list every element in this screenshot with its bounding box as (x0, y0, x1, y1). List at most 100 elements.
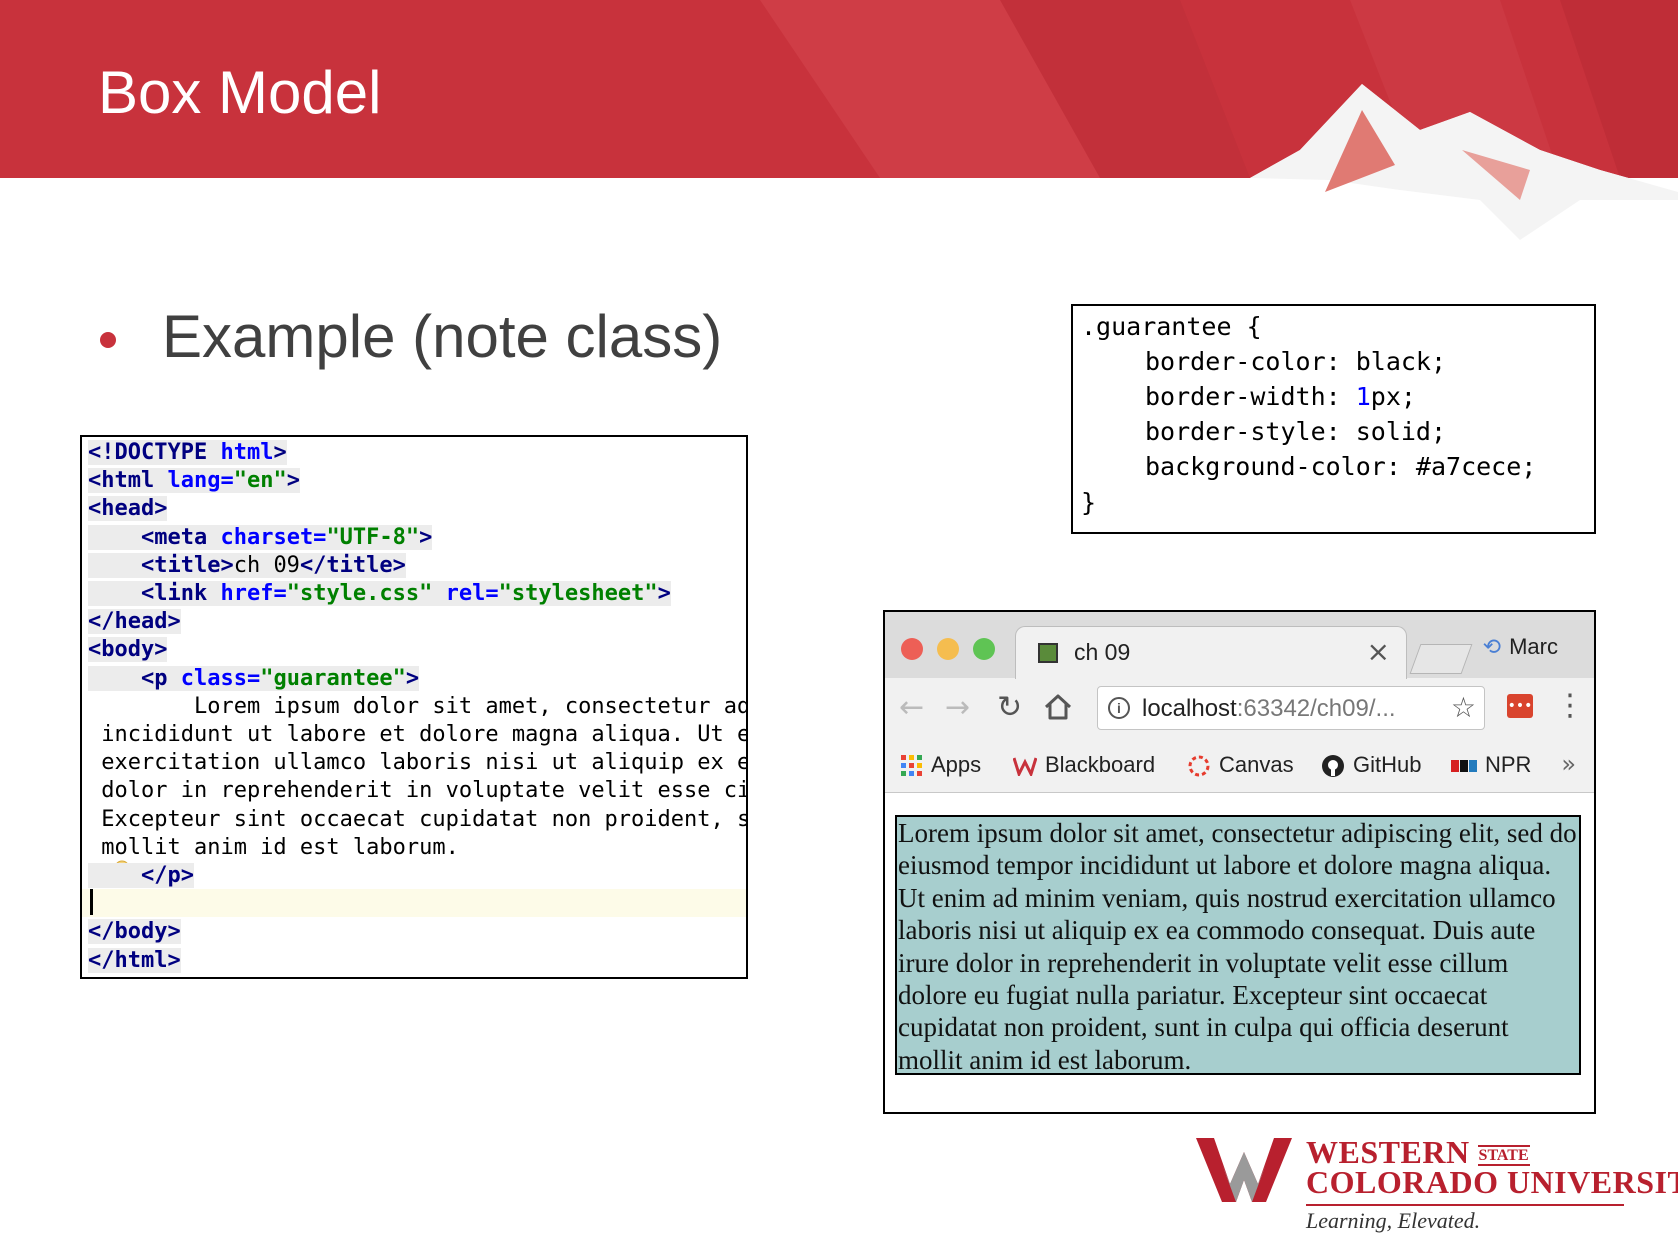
code-line: <!DOCTYPE html> (88, 439, 287, 467)
css-close-brace: } (1081, 488, 1097, 517)
reload-icon[interactable]: ↻ (997, 690, 1022, 726)
new-tab-button[interactable] (1409, 644, 1473, 674)
code-token: </title> (299, 552, 406, 578)
code-line: exercitation ullamco laboris nisi ut ali… (88, 749, 748, 777)
tab-strip: ch 09 × ⟲ Marc (885, 612, 1594, 679)
home-icon[interactable] (1043, 692, 1073, 722)
code-token: "style.css" (286, 581, 446, 606)
code-token: </head> (88, 609, 181, 635)
code-token: exercitation ullamco laboris nisi ut ali… (88, 750, 748, 776)
maximize-window-button[interactable] (973, 638, 995, 660)
code-token: <link (140, 581, 221, 606)
code-line: </body> (88, 918, 181, 946)
code-token: mollit anim id est laborum. (88, 834, 459, 860)
logo-tagline: Learning, Elevated. (1306, 1208, 1481, 1233)
code-line: </p> (88, 862, 194, 890)
css-declaration: border-style: solid; (1145, 417, 1447, 446)
code-line: <title>ch 09</title> (88, 552, 406, 580)
current-line-highlight (82, 889, 746, 917)
code-token: > (273, 440, 287, 465)
close-window-button[interactable] (901, 638, 923, 660)
tab-close-icon[interactable]: × (1367, 635, 1390, 668)
css-code-panel: .guarantee { border-color: black; border… (1071, 304, 1596, 534)
url-path: :63342/ch09/... (1236, 695, 1396, 722)
code-line: <html lang="en"> (88, 467, 300, 495)
browser-window: ch 09 × ⟲ Marc ← → ↻ i localhost:63342/ch… (883, 610, 1596, 1114)
bookmarks-bar: Apps Blackboard Canvas GitHub NPR » (885, 740, 1594, 790)
back-icon[interactable]: ← (899, 690, 924, 726)
address-bar[interactable]: i localhost:63342/ch09/... ☆ (1097, 686, 1485, 730)
code-token: incididunt ut labore et dolore magna ali… (88, 722, 748, 747)
code-token: html (220, 440, 274, 465)
code-token: ch 09 (233, 552, 300, 578)
profile-name: Marc (1509, 634, 1558, 659)
sync-icon: ⟲ (1482, 634, 1502, 659)
apps-grid-icon (901, 755, 922, 777)
code-line: </head> (88, 608, 181, 636)
code-token: "guarantee" (260, 665, 406, 691)
code-token: <p (140, 665, 181, 691)
menu-icon[interactable]: ⋮ (1555, 688, 1585, 723)
code-token: <html (88, 468, 168, 494)
code-token: Excepteur sint occaecat cupidatat non pr… (88, 806, 748, 832)
bookmark-label: Canvas (1219, 752, 1294, 777)
code-token: </p> (140, 863, 194, 888)
bookmark-canvas[interactable]: Canvas (1187, 752, 1294, 778)
code-token: "UTF-8" (326, 524, 420, 550)
code-token: dolor in reprehenderit in voluptate veli… (88, 778, 748, 804)
css-declaration: background-color: #a7cece; (1145, 452, 1537, 481)
code-token: <head> (88, 496, 168, 522)
minimize-window-button[interactable] (937, 638, 959, 660)
code-token: <!DOCTYPE (88, 440, 221, 465)
bookmarks-overflow-icon[interactable]: » (1561, 750, 1576, 778)
code-line: incididunt ut labore et dolore magna ali… (88, 721, 748, 749)
code-line: <body> (88, 636, 168, 664)
bookmark-blackboard[interactable]: Blackboard (1013, 752, 1155, 778)
extension-icon[interactable]: ••• (1507, 694, 1533, 718)
text-caret (90, 889, 93, 915)
code-line: <link href="style.css" rel="stylesheet"> (88, 580, 671, 608)
forward-icon[interactable]: → (945, 690, 970, 726)
code-token: <title> (140, 552, 234, 578)
code-token: href= (220, 581, 287, 606)
bookmark-apps[interactable]: Apps (901, 752, 981, 778)
html-code-panel: <!DOCTYPE html> <html lang="en"> <head> <m… (80, 435, 748, 979)
logo-line-colorado: COLORADO UNIVERSITY (1306, 1164, 1678, 1200)
code-line: mollit anim id est laborum. (88, 834, 459, 862)
code-line: <p class="guarantee"> (88, 665, 420, 693)
css-declaration: border-width: 1px; (1145, 380, 1416, 414)
tab-title: ch 09 (1074, 639, 1131, 665)
page-favicon-icon (1038, 643, 1058, 663)
css-property: border-width: (1145, 382, 1356, 411)
bookmark-label: Apps (931, 752, 982, 777)
npr-icon (1451, 760, 1477, 773)
info-icon[interactable]: i (1108, 697, 1130, 719)
bookmark-label: NPR (1485, 752, 1532, 777)
star-icon[interactable]: ☆ (1451, 691, 1476, 724)
code-line: <meta charset="UTF-8"> (88, 524, 433, 552)
code-token: "stylesheet" (498, 581, 658, 606)
url-text: localhost:63342/ch09/... (1142, 695, 1396, 723)
css-selector-line: .guarantee { (1081, 312, 1262, 341)
code-token: class= (180, 665, 261, 691)
tab-ch09[interactable]: ch 09 × (1015, 626, 1407, 679)
code-token: <meta (140, 524, 221, 550)
bullet-text: Example (note class) (162, 303, 723, 370)
code-line: Excepteur sint occaecat cupidatat non pr… (88, 806, 748, 834)
university-logo: WESTERN STATE COLORADO UNIVERSITY Learnin… (1196, 1134, 1678, 1234)
code-token: > (405, 665, 420, 691)
profile-button[interactable]: ⟲ Marc (1483, 634, 1558, 660)
code-token: Lorem ipsum dolor sit amet, consectetur … (88, 693, 748, 719)
bookmark-github[interactable]: GitHub (1321, 752, 1421, 778)
browser-chrome: ch 09 × ⟲ Marc ← → ↻ i localhost:63342/ch… (885, 612, 1594, 793)
bookmark-npr[interactable]: NPR (1451, 752, 1531, 778)
bookmark-label: GitHub (1353, 752, 1422, 777)
code-token: > (657, 581, 671, 606)
code-token: lang= (167, 468, 234, 494)
bullet-dot (100, 332, 116, 348)
